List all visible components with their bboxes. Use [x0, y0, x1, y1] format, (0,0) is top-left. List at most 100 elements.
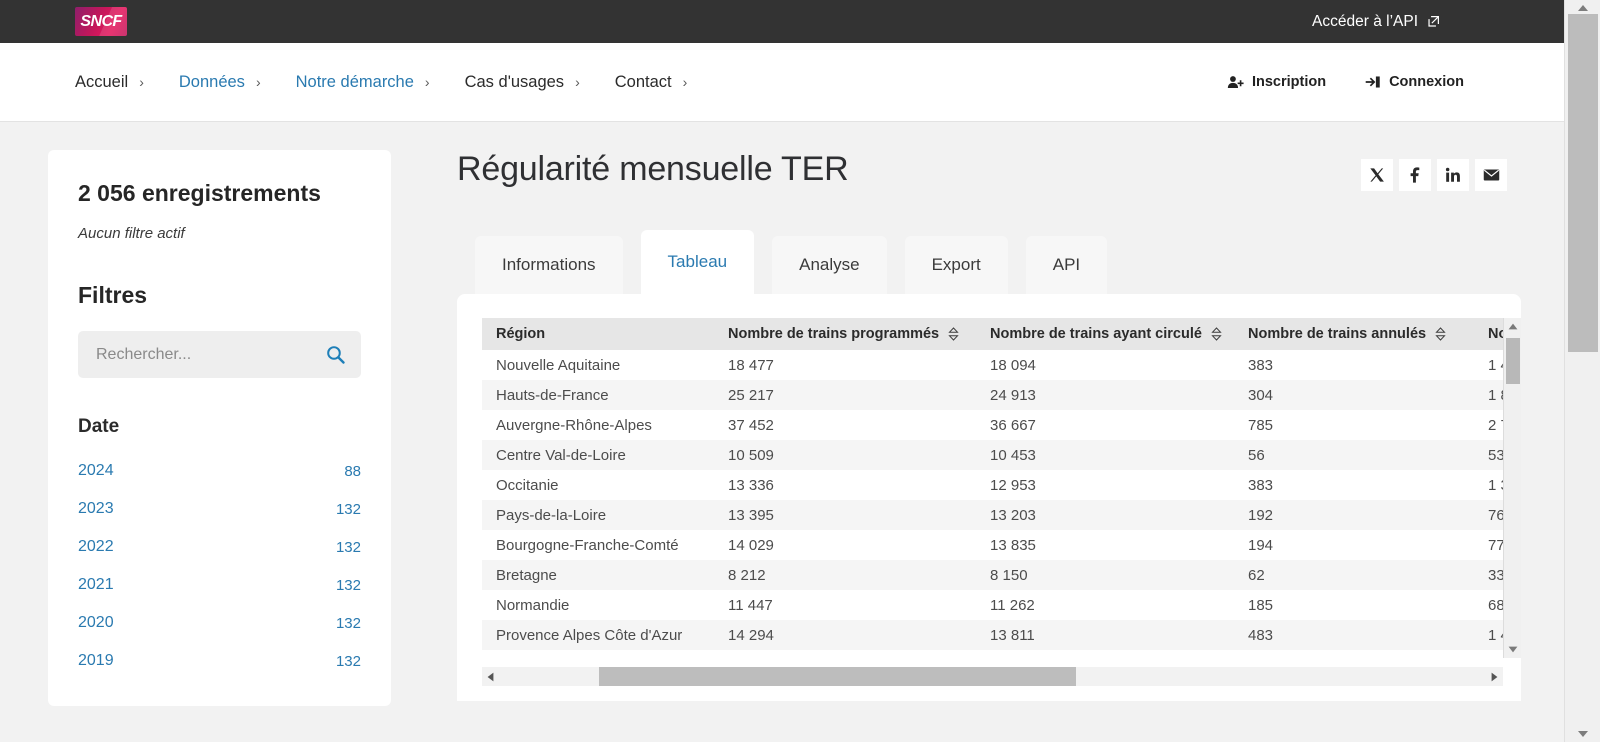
cell-region: Bretagne: [496, 566, 557, 584]
table-card: Région Nombre de trains programmés Nombr…: [457, 294, 1521, 701]
search-icon[interactable]: [326, 345, 345, 364]
column-header-label: Région: [496, 326, 546, 342]
scroll-up-arrow-icon[interactable]: [1504, 318, 1521, 335]
tab-api[interactable]: API: [1025, 236, 1108, 294]
nav-item-contact[interactable]: Contact ›: [615, 73, 688, 92]
facet-item-2024[interactable]: 2024 88: [78, 452, 361, 490]
table-row[interactable]: Occitanie 13 336 12 953 383 1 3: [482, 470, 1521, 500]
cell-programmes: 13 395: [728, 506, 774, 524]
table-row[interactable]: Centre Val-de-Loire 10 509 10 453 56 53: [482, 440, 1521, 470]
table-row[interactable]: Hauts-de-France 25 217 24 913 304 1 8: [482, 380, 1521, 410]
column-header-label: Nombre de trains programmés: [728, 326, 940, 342]
nav-item-accueil[interactable]: Accueil ›: [75, 73, 144, 92]
x-twitter-icon: [1369, 167, 1385, 183]
cell-annules: 483: [1248, 626, 1274, 644]
access-api-link[interactable]: Accéder à l’API: [1312, 13, 1440, 31]
facet-item-2019[interactable]: 2019 132: [78, 642, 361, 680]
share-x-twitter-button[interactable]: [1361, 159, 1393, 191]
main-navigation: Accueil › Données › Notre démarche › Cas…: [0, 43, 1564, 122]
filters-sidebar: 2 056 enregistrements Aucun filtre actif…: [48, 150, 391, 706]
cell-circule: 10 453: [990, 446, 1036, 464]
sort-icon[interactable]: [948, 327, 959, 341]
browser-scroll-down-arrow-icon[interactable]: [1565, 726, 1600, 742]
nav-item-label: Contact: [614, 72, 672, 91]
cell-annules: 304: [1248, 386, 1274, 404]
signup-link[interactable]: Inscription: [1227, 74, 1326, 90]
table-scroll-region[interactable]: Région Nombre de trains programmés Nombr…: [482, 318, 1521, 701]
tab-analyse[interactable]: Analyse: [772, 236, 887, 294]
sncf-logo[interactable]: SNCF: [75, 7, 127, 36]
nav-item-label: Accueil: [75, 72, 129, 91]
tab-export[interactable]: Export: [904, 236, 1008, 294]
table-row[interactable]: Normandie 11 447 11 262 185 68: [482, 590, 1521, 620]
search-input[interactable]: [94, 344, 326, 365]
sort-icon[interactable]: [1211, 327, 1222, 341]
column-header-trains-ayant-circule[interactable]: Nombre de trains ayant circulé: [976, 318, 1234, 350]
facet-item-2022[interactable]: 2022 132: [78, 528, 361, 566]
facet-count: 132: [335, 500, 361, 518]
page-title: Régularité mensuelle TER: [457, 150, 849, 188]
facet-item-2023[interactable]: 2023 132: [78, 490, 361, 528]
cell-circule: 18 094: [990, 356, 1036, 374]
table-horizontal-scrollbar-track[interactable]: [499, 667, 1486, 686]
tab-informations[interactable]: Informations: [475, 236, 623, 294]
table-row[interactable]: Nouvelle Aquitaine 18 477 18 094 383 1 4: [482, 350, 1521, 380]
cell-circule: 13 811: [990, 626, 1035, 644]
table-row[interactable]: Bretagne 8 212 8 150 62 33: [482, 560, 1521, 590]
cell-region: Occitanie: [496, 476, 559, 494]
nav-item-cas-dusages[interactable]: Cas d'usages ›: [465, 73, 580, 92]
column-header-label: Nombre de trains ayant circulé: [990, 326, 1202, 342]
browser-vertical-scrollbar[interactable]: [1564, 0, 1600, 742]
cell-region: Auvergne-Rhône-Alpes: [496, 416, 652, 434]
cell-circule: 11 262: [990, 596, 1035, 614]
linkedin-icon: [1445, 167, 1461, 183]
sort-icon[interactable]: [1435, 327, 1446, 341]
search-box[interactable]: [78, 331, 361, 378]
nav-item-donnees[interactable]: Données ›: [179, 73, 261, 92]
table-row[interactable]: Provence Alpes Côte d'Azur 14 294 13 811…: [482, 620, 1521, 650]
column-header-region[interactable]: Région: [482, 318, 714, 350]
cell-region: Bourgogne-Franche-Comté: [496, 536, 679, 554]
login-link[interactable]: Connexion: [1364, 74, 1464, 90]
cell-circule: 13 203: [990, 506, 1036, 524]
browser-scroll-up-arrow-icon[interactable]: [1565, 0, 1600, 16]
facet-item-2021[interactable]: 2021 132: [78, 566, 361, 604]
cell-annules: 62: [1248, 566, 1265, 584]
table-row[interactable]: Pays-de-la-Loire 13 395 13 203 192 76: [482, 500, 1521, 530]
cell-region: Centre Val-de-Loire: [496, 446, 626, 464]
share-linkedin-button[interactable]: [1437, 159, 1469, 191]
scroll-right-arrow-icon[interactable]: [1486, 667, 1503, 686]
browser-vertical-scrollbar-thumb[interactable]: [1568, 14, 1598, 352]
chevron-right-icon: ›: [424, 74, 430, 90]
table-vertical-scrollbar-thumb[interactable]: [1506, 338, 1520, 384]
table-vertical-scrollbar[interactable]: [1503, 318, 1521, 658]
column-header-trains-annules[interactable]: Nombre de trains annulés: [1234, 318, 1474, 350]
cell-circule: 36 667: [990, 416, 1036, 434]
share-email-button[interactable]: [1475, 159, 1507, 191]
cell-programmes: 14 294: [728, 626, 774, 644]
nav-item-notre-demarche[interactable]: Notre démarche ›: [296, 73, 430, 92]
table-horizontal-scrollbar-thumb[interactable]: [599, 667, 1076, 686]
tab-tableau[interactable]: Tableau: [640, 230, 755, 294]
facet-item-2020[interactable]: 2020 132: [78, 604, 361, 642]
table-row[interactable]: Bourgogne-Franche-Comté 14 029 13 835 19…: [482, 530, 1521, 560]
cell-programmes: 25 217: [728, 386, 774, 404]
share-facebook-button[interactable]: [1399, 159, 1431, 191]
table-horizontal-scrollbar[interactable]: [482, 667, 1503, 686]
nav-item-label: Données: [178, 72, 245, 91]
nav-items: Accueil › Données › Notre démarche › Cas…: [75, 73, 722, 92]
column-header-trains-programmes[interactable]: Nombre de trains programmés: [714, 318, 976, 350]
cell-region: Pays-de-la-Loire: [496, 506, 607, 524]
table-row[interactable]: Auvergne-Rhône-Alpes 37 452 36 667 785 2…: [482, 410, 1521, 440]
cell-programmes: 18 477: [728, 356, 774, 374]
cell-circule: 24 913: [990, 386, 1036, 404]
cell-programmes: 11 447: [728, 596, 773, 614]
scroll-down-arrow-icon[interactable]: [1504, 641, 1521, 658]
record-count: 2 056 enregistrements: [78, 180, 321, 206]
facet-label: 2019: [78, 652, 114, 669]
scroll-left-arrow-icon[interactable]: [482, 667, 499, 686]
facet-count: 132: [335, 538, 361, 556]
cell-circule: 8 150: [990, 566, 1028, 584]
cell-annules: 185: [1248, 596, 1274, 614]
top-bar: SNCF Accéder à l’API: [0, 0, 1564, 43]
